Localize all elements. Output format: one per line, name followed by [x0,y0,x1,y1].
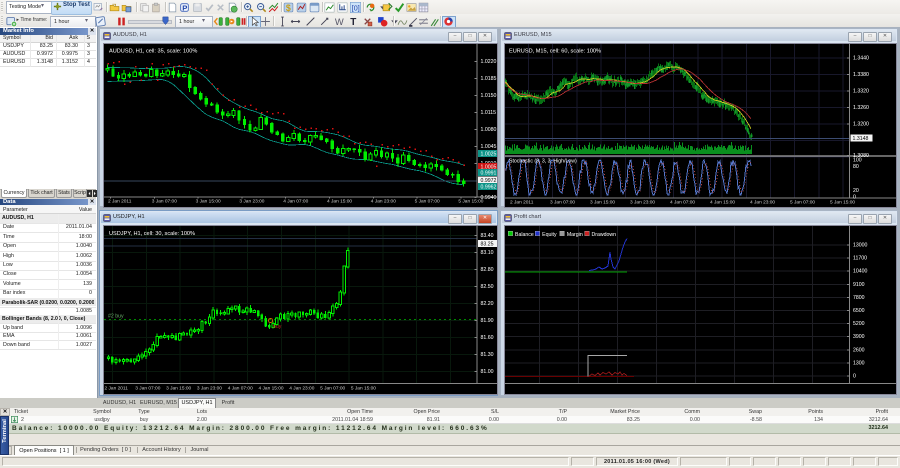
svg-text:1.0185: 1.0185 [481,76,497,82]
svg-text:81.00: 81.00 [481,369,494,375]
svg-text:#2 buy: #2 buy [108,314,124,320]
svg-text:3 Jan 07:00: 3 Jan 07:00 [135,386,160,392]
svg-text:1.3320: 1.3320 [853,89,869,95]
svg-text:3 Jan 15:00: 3 Jan 15:00 [166,386,191,392]
svg-text:83.10: 83.10 [481,250,494,256]
svg-text:10400: 10400 [853,269,868,275]
svg-text:4 Jan 07:00: 4 Jan 07:00 [670,200,695,206]
svg-text:1.3200: 1.3200 [853,122,869,128]
svg-text:Margin: Margin [567,232,583,238]
svg-text:Stochastic (8, 3, 3, High/Low): Stochastic (8, 3, 3, High/Low) [509,159,577,165]
svg-text:80: 80 [853,164,859,170]
svg-text:4 Jan 07:00: 4 Jan 07:00 [283,199,308,205]
svg-text:Balance: Balance [515,232,534,238]
svg-text:1.0025: 1.0025 [481,152,497,158]
svg-text:3 Jan 23:00: 3 Jan 23:00 [630,200,655,206]
svg-text:1.3380: 1.3380 [853,72,869,78]
svg-text:1.0045: 1.0045 [481,144,497,150]
svg-text:[0]: [0] [351,4,359,12]
svg-text:5 Jan 15:00: 5 Jan 15:00 [351,386,376,392]
svg-text:3900: 3900 [853,334,865,340]
svg-text:3 Jan 23:00: 3 Jan 23:00 [239,199,264,205]
svg-text:2600: 2600 [853,347,865,353]
svg-text:EURUSD, M15, cell: 60, scale:: EURUSD, M15, cell: 60, scale: 100% [509,49,601,55]
svg-text:5 Jan 15:00: 5 Jan 15:00 [458,199,483,205]
svg-text:3 Jan 15:00: 3 Jan 15:00 [590,200,615,206]
svg-text:4 Jan 15:00: 4 Jan 15:00 [710,200,735,206]
svg-text:4 Jan 07:00: 4 Jan 07:00 [228,386,253,392]
svg-text:3 Jan 15:00: 3 Jan 15:00 [196,199,221,205]
svg-text:3 Jan 07:00: 3 Jan 07:00 [152,199,177,205]
svg-text:3 Jan 23:00: 3 Jan 23:00 [197,386,222,392]
svg-text:2 Jan 2011: 2 Jan 2011 [108,199,132,205]
svg-text:1.3440: 1.3440 [853,56,869,62]
svg-text:6500: 6500 [853,308,865,314]
svg-text:82.50: 82.50 [481,284,494,290]
svg-text:81.90: 81.90 [481,318,494,324]
svg-text:W: W [334,16,343,26]
svg-text:7800: 7800 [853,295,865,301]
svg-text:5 Jan 07:00: 5 Jan 07:00 [320,386,345,392]
svg-text:2 Jan 2011: 2 Jan 2011 [510,200,534,206]
svg-text:1.0150: 1.0150 [481,93,497,99]
svg-text:buy: buy [273,324,282,330]
svg-text:4 Jan 23:00: 4 Jan 23:00 [371,199,396,205]
svg-text:T: T [350,17,356,27]
svg-text:82.20: 82.20 [481,301,494,307]
svg-text:2 Jan 2011: 2 Jan 2011 [105,386,129,392]
svg-text:$: $ [285,2,290,12]
svg-text:83.25: 83.25 [481,242,494,248]
svg-text:82.80: 82.80 [481,267,494,273]
svg-text:4 Jan 23:00: 4 Jan 23:00 [750,200,775,206]
svg-text:11700: 11700 [853,256,867,262]
svg-text:100: 100 [853,158,862,164]
svg-text:P: P [182,3,187,12]
svg-text:Equity: Equity [542,232,557,238]
svg-text:USDJPY, H1, cell: 30, scale: 1: USDJPY, H1, cell: 30, scale: 100% [109,231,195,237]
svg-text:20: 20 [853,188,859,194]
svg-text:0.9991: 0.9991 [481,171,497,177]
svg-text:81.60: 81.60 [481,335,494,341]
svg-text:4 Jan 23:00: 4 Jan 23:00 [289,386,314,392]
svg-text:83.40: 83.40 [481,233,494,239]
svg-text:1.3260: 1.3260 [853,105,869,111]
svg-text:1.0220: 1.0220 [481,59,497,65]
svg-text:4 Jan 15:00: 4 Jan 15:00 [327,199,352,205]
svg-text:0.9962: 0.9962 [481,185,497,191]
svg-text:Drawdown: Drawdown [592,232,617,238]
svg-text:1.0080: 1.0080 [481,127,497,133]
svg-text:1300: 1300 [853,360,865,366]
svg-text:0: 0 [853,374,856,380]
svg-text:81.30: 81.30 [481,352,494,358]
svg-text:5 Jan 15:00: 5 Jan 15:00 [830,200,855,206]
svg-text:5200: 5200 [853,321,865,327]
svg-text:13000: 13000 [853,243,868,249]
svg-text:5 Jan 07:00: 5 Jan 07:00 [415,199,440,205]
svg-text:1.3148: 1.3148 [853,136,869,142]
svg-text:4 Jan 15:00: 4 Jan 15:00 [259,386,284,392]
svg-text:1.0115: 1.0115 [481,110,497,116]
svg-text:9100: 9100 [853,282,865,288]
svg-text:3 Jan 07:00: 3 Jan 07:00 [550,200,575,206]
svg-text:5 Jan 07:00: 5 Jan 07:00 [790,200,815,206]
svg-text:AUDUSD, H1, cell: 35, scale: 1: AUDUSD, H1, cell: 35, scale: 100% [109,49,197,55]
